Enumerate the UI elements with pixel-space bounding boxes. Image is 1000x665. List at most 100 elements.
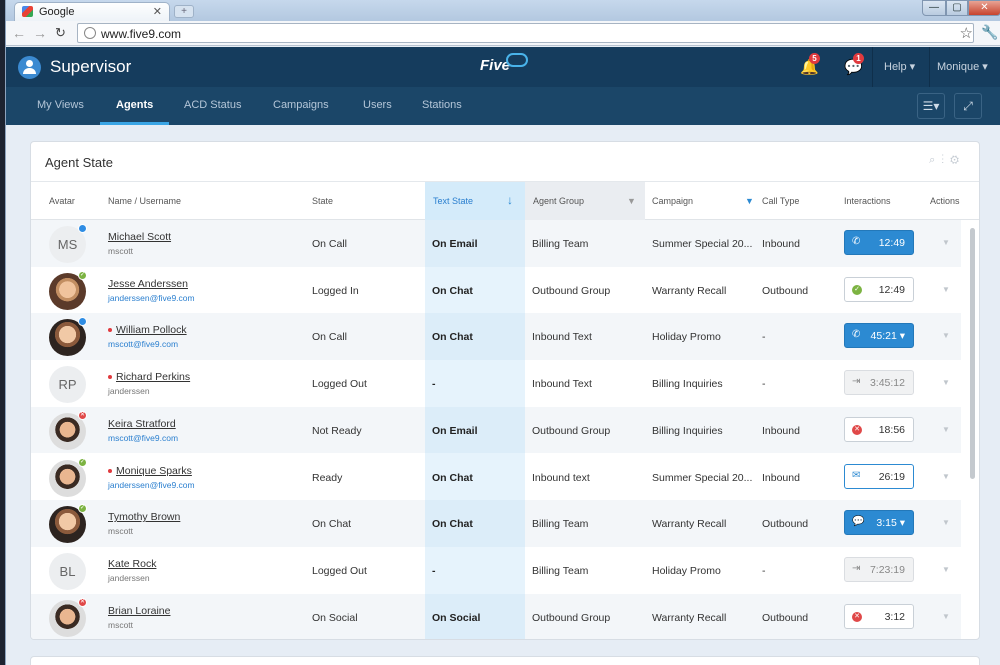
interaction-button[interactable]: ✕ 3:12 (844, 603, 914, 629)
agent-name-link[interactable]: Kate Rock (108, 558, 156, 570)
actions-caret-icon[interactable]: ▼ (942, 472, 950, 481)
col-state[interactable]: State (312, 196, 333, 206)
agent-name-link[interactable]: Brian Loraine (108, 605, 170, 617)
table-row[interactable]: RP Richard Perkins janderssen Logged Out… (31, 360, 961, 407)
nav-my-views[interactable]: My Views (37, 99, 84, 111)
table-row[interactable]: BL Kate Rock janderssen Logged Out - Bil… (31, 546, 961, 594)
campaign-cell: Warranty Recall (652, 284, 727, 297)
messages-chat-icon[interactable]: 💬 1 (844, 53, 864, 76)
agent-username: janderssen@five9.com (108, 479, 195, 490)
text-state-cell: On Chat (432, 471, 473, 484)
campaign-cell: Summer Special 20... (652, 471, 753, 484)
campaign-cell: Billing Inquiries (652, 424, 723, 437)
col-call-type[interactable]: Call Type (762, 196, 799, 206)
agent-name-link[interactable]: Michael Scott (108, 231, 171, 243)
interaction-button[interactable]: ⇥ 3:45:12 (844, 370, 914, 396)
search-icon[interactable]: ⌕ (929, 154, 941, 166)
actions-caret-icon[interactable]: ▼ (942, 612, 950, 621)
user-menu[interactable]: Monique ▾ (937, 60, 988, 73)
col-interactions[interactable]: Interactions (844, 196, 891, 206)
avatar: RP (49, 366, 86, 404)
bookmark-star-icon[interactable]: ☆ (960, 24, 973, 42)
minimize-button[interactable]: — (922, 0, 946, 16)
call-type-cell: Outbound (762, 518, 809, 531)
interaction-button[interactable]: ✉ 26:19 (844, 463, 914, 489)
agent-name-link[interactable]: Jesse Anderssen (108, 278, 188, 290)
table-row[interactable]: ✓ Tymothy Brown mscott On Chat On Chat B… (31, 500, 961, 547)
actions-caret-icon[interactable]: ▼ (942, 285, 950, 294)
interaction-button[interactable]: ✆ 12:49 (844, 230, 914, 255)
agent-username: mscott (108, 619, 134, 630)
tab-bar: Google ✕ + — ▢ ✕ (6, 0, 1000, 21)
actions-caret-icon[interactable]: ▼ (942, 238, 950, 247)
help-menu[interactable]: Help ▾ (884, 60, 915, 73)
settings-sliders-icon[interactable]: ☰▾ (917, 93, 945, 119)
table-row[interactable]: ✓ Jesse Anderssen janderssen@five9.com L… (31, 266, 961, 314)
window-close-button[interactable]: ✕ (968, 0, 1000, 16)
interaction-dropdown-button[interactable]: 💬 3:15 ▾ (844, 510, 914, 536)
alert-dot-icon (108, 328, 112, 333)
active-tab-indicator (100, 122, 169, 125)
actions-caret-icon[interactable]: ▼ (942, 565, 950, 574)
back-arrow-icon[interactable]: ← (12, 25, 26, 41)
wrench-icon[interactable]: 🔧 (981, 24, 998, 41)
agent-name-link[interactable]: Tymothy Brown (108, 511, 180, 523)
tab-close-icon[interactable]: ✕ (153, 5, 162, 18)
notifications-bell-icon[interactable]: 🔔 5 (800, 53, 820, 76)
address-bar[interactable]: www.five9.com ☆ (77, 23, 974, 43)
nav-campaigns[interactable]: Campaigns (273, 99, 329, 111)
call-type-cell: Outbound (762, 611, 809, 624)
filter-active-icon[interactable]: ▼ (745, 196, 754, 206)
gear-icon[interactable]: ⚙ (950, 154, 965, 166)
address-url[interactable]: www.five9.com (101, 27, 181, 41)
expand-fullscreen-icon[interactable]: ⤢ (954, 93, 982, 119)
table-row[interactable]: ✕ Brian Loraine mscott On Social On Soci… (31, 593, 961, 639)
interaction-button[interactable]: ✓ 12:49 (844, 276, 914, 302)
interaction-time: 3:45:12 (869, 377, 905, 390)
col-text-state[interactable]: Text State (433, 196, 473, 206)
agent-group-cell: Outbound Group (532, 424, 611, 437)
table-row[interactable]: William Pollock mscott@five9.com On Call… (31, 313, 961, 361)
agent-name-link[interactable]: William Pollock (116, 324, 187, 336)
more-vertical-icon[interactable]: ⋮ (941, 154, 950, 166)
table-row[interactable]: ✕ Keira Stratford mscott@five9.com Not R… (31, 406, 961, 454)
sort-down-arrow-icon[interactable]: ↓ (507, 193, 513, 207)
logout-icon: ⇥ (852, 376, 861, 388)
nav-acd-status[interactable]: ACD Status (184, 99, 241, 111)
actions-caret-icon[interactable]: ▼ (942, 331, 950, 340)
text-state-cell-bg (425, 360, 525, 407)
text-state-cell: On Chat (432, 284, 473, 297)
reload-icon[interactable]: ↻ (55, 25, 66, 41)
state-cell: On Call (312, 331, 348, 344)
filter-icon[interactable]: ▼ (627, 196, 636, 206)
call-type-cell: - (762, 564, 766, 577)
col-name[interactable]: Name / Username (108, 196, 181, 206)
agent-name-link[interactable]: Keira Stratford (108, 418, 176, 430)
nav-agents[interactable]: Agents (116, 99, 153, 111)
nav-stations[interactable]: Stations (422, 99, 462, 111)
interaction-button[interactable]: ✕ 18:56 (844, 416, 914, 442)
interaction-button[interactable]: ⇥ 7:23:19 (844, 556, 914, 582)
browser-tab[interactable]: Google ✕ (14, 2, 170, 21)
campaign-cell: Warranty Recall (652, 611, 727, 624)
nav-users[interactable]: Users (363, 99, 392, 111)
alert-dot-icon (108, 375, 112, 380)
table-row[interactable]: ✓ Monique Sparks janderssen@five9.com Re… (31, 453, 961, 501)
table-row[interactable]: MS Michael Scott mscott On Call On Email… (31, 220, 961, 267)
agent-username: mscott@five9.com (108, 339, 179, 350)
forward-arrow-icon[interactable]: → (33, 25, 47, 41)
agent-name-link[interactable]: Monique Sparks (116, 465, 192, 477)
col-campaign[interactable]: Campaign (652, 196, 693, 206)
campaign-cell: Holiday Promo (652, 564, 721, 577)
interaction-time: 18:56 (878, 423, 905, 436)
new-tab-button[interactable]: + (174, 5, 194, 18)
actions-caret-icon[interactable]: ▼ (942, 425, 950, 434)
actions-caret-icon[interactable]: ▼ (942, 378, 950, 387)
table-scrollbar[interactable] (970, 228, 975, 479)
actions-caret-icon[interactable]: ▼ (942, 518, 950, 527)
interaction-dropdown-button[interactable]: ✆ 45:21 ▾ (844, 323, 914, 349)
agent-name-link[interactable]: Richard Perkins (116, 371, 190, 383)
maximize-button[interactable]: ▢ (946, 0, 968, 16)
col-agent-group[interactable]: Agent Group (533, 196, 584, 206)
app-title: Supervisor (50, 57, 132, 76)
